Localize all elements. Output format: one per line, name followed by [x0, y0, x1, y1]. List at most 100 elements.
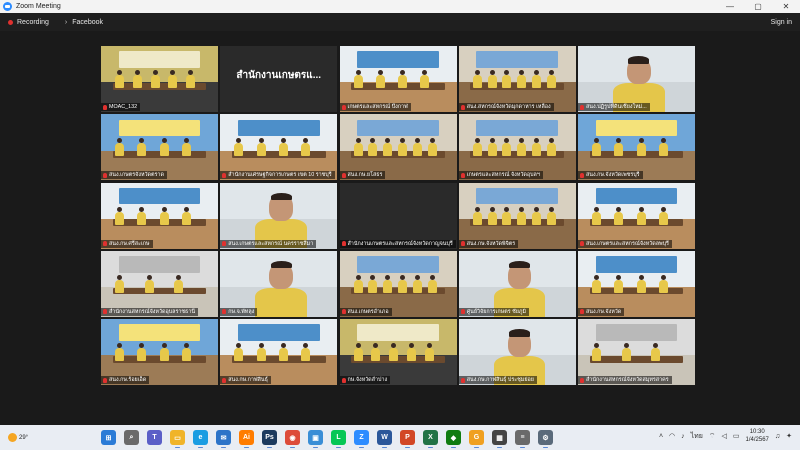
illustrator-icon[interactable]: Ai	[239, 430, 254, 448]
meeting-toolbar: Recording › Facebook Sign in	[0, 13, 800, 31]
photoshop-icon[interactable]: Ps	[262, 430, 277, 448]
video-tile[interactable]: สนง.เกษตรและสหกรณ์ นครราชสีมา	[220, 182, 338, 249]
clock-time: 10:30	[749, 429, 765, 435]
file-explorer-icon[interactable]: ▭	[170, 430, 185, 448]
participant-name: สนง.กษ.กาฬสินธุ์	[228, 377, 268, 383]
video-tile[interactable]: สำนักงานเกษตรและสหกรณ์จังหวัดกาญจนบุรี	[339, 182, 457, 249]
video-tile[interactable]: สนง.กษ.จังหวัด	[578, 250, 695, 317]
video-tile[interactable]: สนง.เกษตรอำเภอ	[339, 250, 457, 317]
sign-in-button[interactable]: Sign in	[771, 19, 792, 26]
volume-icon[interactable]: ◁	[722, 432, 727, 440]
participant-name: สนง.กษ.จังหวัดพิจิตร	[466, 240, 516, 247]
gallery-icon[interactable]: G	[469, 430, 484, 448]
participant-name: ศูนย์วิจัยการเกษตร ชัยภูมิ	[466, 308, 527, 315]
network-icon[interactable]: ⌔	[709, 432, 716, 441]
video-tile[interactable]: สนง.ปฏิรูปที่ดินเชียงใหม่...	[578, 46, 695, 112]
close-button[interactable]: ✕	[772, 0, 800, 13]
copilot-icon[interactable]: ✦	[786, 432, 792, 440]
participant-name: สนง.กษ.ร้อยเอ็ด	[109, 377, 147, 383]
video-tile[interactable]: สนง.กษ.จังหวัดเพชรบุรี	[578, 114, 695, 181]
muted-mic-icon	[341, 309, 346, 315]
live-stream-icon: ›	[64, 18, 68, 26]
muted-mic-icon	[341, 241, 346, 246]
edge-icon[interactable]: e	[193, 430, 208, 448]
muted-mic-icon	[580, 377, 584, 383]
zoom-icon[interactable]: Z	[354, 430, 369, 448]
video-tile[interactable]: สำนักงานเกษตรแ...	[220, 46, 338, 112]
video-tile[interactable]: เกษตรและสหกรณ์ จังหวัดอุบลฯ	[458, 114, 576, 181]
participant-label: สนง.เกษตรจังหวัดตราด	[101, 171, 167, 180]
video-tile[interactable]: เกษตรและสหกรณ์ บึงกาฬ	[339, 46, 457, 112]
video-tile[interactable]: สนง.สหกรณ์จังหวัดมุกดาหาร เหลือง	[458, 46, 576, 112]
muted-mic-icon	[222, 309, 227, 315]
muted-mic-icon	[222, 172, 227, 178]
search-icon[interactable]: ⌕	[124, 430, 139, 445]
participant-label: สนง.กษ.ร้อยเอ็ด	[101, 376, 150, 384]
participant-name: กษ.จังหวัดลำปาง	[347, 377, 388, 383]
clock-date: 1/4/2567	[745, 437, 769, 443]
participant-label: สนง.กษ.ยโสธร	[339, 171, 386, 180]
video-tile[interactable]: กษ.จังหวัดลำปาง	[339, 319, 457, 385]
teams-icon[interactable]: T	[147, 430, 162, 445]
notes-icon[interactable]: ≡	[515, 430, 530, 448]
xbox-game-icon[interactable]: ◆	[446, 430, 461, 448]
video-tile[interactable]: สนง.กษ.จังหวัดพิจิตร	[458, 182, 576, 249]
video-tile[interactable]: สนง.กษ.กาฬสินธุ์ ประชุมย่อย	[458, 319, 576, 385]
video-tile[interactable]: สำนักงานสหกรณ์จังหวัดอุบลราชธานี	[101, 250, 218, 317]
participant-name: สนง.ปฏิรูปที่ดินเชียงใหม่...	[586, 104, 647, 110]
participant-name: MOAC_132	[109, 104, 138, 110]
muted-mic-icon	[580, 104, 584, 110]
muted-mic-icon	[580, 309, 584, 315]
video-tile[interactable]: สำนักงานเศรษฐกิจการเกษตร เขต 10 ราชบุรี	[220, 114, 338, 181]
video-tile[interactable]: ศูนย์วิจัยการเกษตร ชัยภูมิ	[458, 250, 576, 317]
maximize-button[interactable]: ▢	[744, 0, 772, 13]
muted-mic-icon	[460, 172, 465, 178]
video-tile[interactable]: สนง.กษ.กาฬสินธุ์	[220, 319, 338, 385]
participant-label: สำนักงานสหกรณ์จังหวัดอุบลราชธานี	[101, 307, 199, 316]
chevron-up-icon[interactable]: ˄	[659, 433, 663, 440]
video-tile[interactable]: สนง.เกษตรและสหกรณ์จังหวัดลพบุรี	[578, 182, 695, 249]
windows-start-icon[interactable]: ⊞	[101, 430, 116, 445]
participant-label: MOAC_132	[101, 103, 141, 111]
video-tile[interactable]: สนง.กษ.ยโสธร	[339, 114, 457, 181]
photos-icon[interactable]: ▣	[308, 430, 323, 448]
muted-mic-icon	[103, 241, 107, 246]
muted-mic-icon	[460, 309, 465, 315]
chrome-icon[interactable]: ◉	[285, 430, 300, 448]
video-tile[interactable]: MOAC_132	[101, 46, 218, 112]
weather-widget[interactable]: 29°	[8, 433, 28, 442]
participant-label: เกษตรและสหกรณ์ จังหวัดอุบลฯ	[458, 171, 543, 180]
recording-label[interactable]: Recording	[17, 19, 49, 26]
excel-icon[interactable]: X	[423, 430, 438, 448]
powerpoint-icon[interactable]: P	[400, 430, 415, 448]
calculator-icon[interactable]: ▦	[492, 430, 507, 448]
video-tile[interactable]: สนง.เกษตรจังหวัดตราด	[101, 114, 218, 181]
muted-mic-icon	[103, 377, 107, 383]
participant-name: เกษตรและสหกรณ์ บึงกาฬ	[347, 104, 408, 110]
video-tile[interactable]: สำนักงานสหกรณ์จังหวัดสมุทรสาคร	[578, 319, 695, 385]
clock[interactable]: 10:30 1/4/2567	[746, 428, 769, 444]
video-tile[interactable]: กษ.จ.พัทลุง	[220, 250, 338, 317]
notification-bell-icon[interactable]: ♫	[775, 433, 780, 440]
mic-icon[interactable]: ♪	[681, 433, 685, 440]
language-indicator[interactable]: ไทย	[691, 431, 703, 442]
video-tile[interactable]: สนง.กษ.ร้อยเอ็ด	[101, 319, 218, 385]
participant-name-display: สำนักงานเกษตรแ...	[236, 70, 322, 81]
muted-mic-icon	[341, 104, 346, 110]
video-tile[interactable]: สนง.กษ.ศรีสะเกษ	[101, 182, 218, 249]
battery-icon[interactable]: ▭	[733, 432, 740, 440]
settings-icon[interactable]: ⚙	[538, 430, 553, 448]
participant-label: สนง.เกษตรอำเภอ	[339, 307, 392, 316]
word-icon[interactable]: W	[377, 430, 392, 448]
facebook-live-indicator[interactable]: › Facebook	[65, 19, 103, 26]
wifi-icon[interactable]: ◠	[669, 432, 675, 440]
taskbar-apps: ⊞ ⌕ T ▭ e ✉ Ai Ps ◉ ▣ L Z W P X ◆ G ▦ ≡ ⚙	[101, 430, 553, 448]
mail-icon[interactable]: ✉	[216, 430, 231, 448]
system-tray: ˄ ◠ ♪ ไทย ⌔ ◁ ▭ 10:30 1/4/2567 ♫ ✦	[659, 428, 792, 444]
recording-dot-icon	[8, 19, 13, 25]
participant-name: สนง.กษ.จังหวัด	[586, 308, 622, 315]
muted-mic-icon	[103, 309, 107, 315]
minimize-button[interactable]: —	[716, 0, 744, 13]
muted-mic-icon	[222, 377, 227, 383]
line-icon[interactable]: L	[331, 430, 346, 448]
